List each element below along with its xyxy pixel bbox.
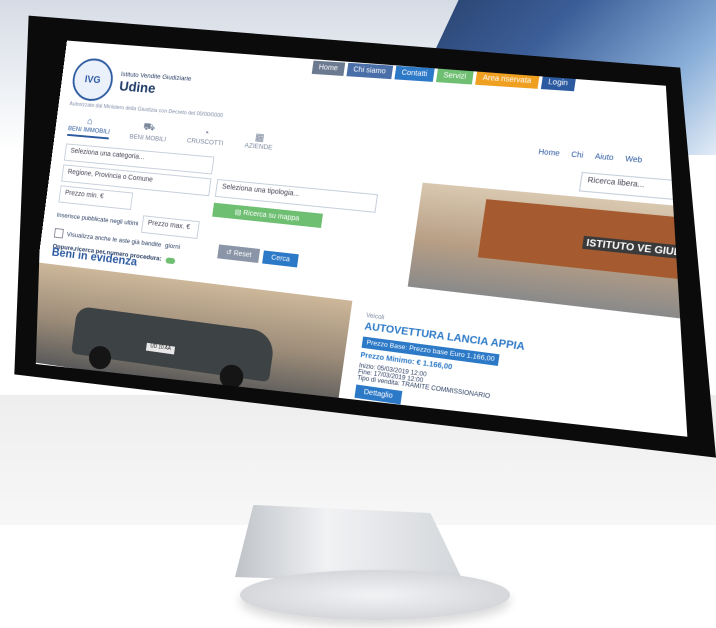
tab-aziende[interactable]: ▦ AZIENDE: [244, 131, 274, 152]
news-body: Tariffario applicato per la gestione dei…: [27, 420, 210, 465]
carousel-dot[interactable]: [515, 440, 521, 446]
topbar-link-0[interactable]: Home: [311, 60, 345, 76]
days-unit: giorni: [164, 241, 181, 251]
carousel-dot[interactable]: [566, 447, 573, 453]
house-icon: ⌂: [86, 116, 94, 128]
tab-cruscotti[interactable]: ◔ CRUSCOTTI: [186, 126, 225, 148]
right-nav: Home Chi Aiuto Web: [527, 148, 643, 165]
partner-logo-icon: [247, 447, 269, 470]
monitor: Home Chi siamo Contatti Servizi Area ris…: [0, 0, 716, 520]
search-form: Seleziona una categoria... Regione, Prov…: [52, 143, 396, 288]
partner-item[interactable]: Tribunale di Udine: [247, 447, 317, 478]
carousel-dot[interactable]: [494, 436, 501, 437]
tab-beni-mobili[interactable]: ⛟ BENI MOBILI: [129, 121, 168, 144]
procedure-toggle[interactable]: [164, 256, 176, 264]
carousel-dot[interactable]: [555, 446, 562, 452]
tab-label: AZIENDE: [244, 142, 273, 152]
search-button[interactable]: Cerca: [262, 249, 299, 267]
partner-name: Tribunale di Gorizia: [359, 472, 410, 487]
right-nav-item[interactable]: Aiuto: [594, 153, 614, 162]
tab-beni-immobili[interactable]: ⌂ BENI IMMOBILI: [67, 114, 112, 140]
partners-title: Lavoriamo con: [252, 420, 311, 439]
search-icon[interactable]: ⌕: [691, 184, 698, 196]
topbar-link-1[interactable]: Chi siamo: [346, 62, 393, 80]
carousel-dot[interactable]: [586, 450, 593, 456]
monitor-stand-base: [240, 570, 510, 620]
carousel-prev-icon[interactable]: ●: [647, 456, 654, 467]
right-nav-item[interactable]: Web: [625, 156, 643, 165]
car-body: [71, 305, 276, 383]
partner-logo-icon: [335, 461, 358, 485]
news-date: 05/08/2016: [33, 386, 61, 397]
carousel-dot[interactable]: [525, 441, 531, 447]
carousel-dot[interactable]: [484, 435, 491, 437]
car-icon: ⛟: [142, 121, 156, 134]
hero-building-image: ISTITUTO VE GIUDIZIA: [407, 182, 688, 321]
days-label: Inserisce pubblicate negli ultimi: [56, 211, 139, 227]
tab-label: BENI MOBILI: [129, 133, 167, 144]
price-max-input[interactable]: Prezzo max. €: [140, 215, 200, 240]
reset-icon: ↺: [225, 249, 233, 257]
reset-label: Reset: [233, 250, 252, 260]
website-screen: Home Chi siamo Contatti Servizi Area ris…: [27, 39, 698, 512]
price-min-input[interactable]: Prezzo min. €: [58, 185, 134, 211]
partner-name: Tribunale di Udine: [270, 457, 317, 472]
partners-list: Tribunale di Udine Tribunale di Gorizia …: [247, 447, 520, 512]
site-header: IVG Istituto Vendite Giudiziarie Udine: [70, 57, 193, 108]
right-nav-item[interactable]: Chi: [571, 151, 584, 160]
partner-item[interactable]: Tribunale di Pordenone: [429, 477, 520, 512]
carousel-dot[interactable]: [576, 449, 583, 455]
news-headline[interactable]: Tariffario pignoramento veicoli ex art 5…: [36, 397, 217, 437]
topbar-link-2[interactable]: Contatti: [394, 65, 435, 82]
tab-label: BENI IMMOBILI: [67, 125, 111, 136]
right-nav-item[interactable]: Home: [538, 149, 560, 158]
map-button-label: Ricerca su mappa: [242, 209, 300, 223]
gauge-icon: ◔: [202, 127, 210, 140]
topbar-link-3[interactable]: Servizi: [435, 68, 474, 85]
tab-label: CRUSCOTTI: [186, 137, 224, 148]
partner-logo-icon: [429, 477, 454, 501]
carousel-dot[interactable]: [535, 443, 541, 449]
site-logo[interactable]: IVG: [70, 57, 116, 103]
reset-button[interactable]: ↺ Reset: [217, 244, 261, 264]
carousel-dot[interactable]: [505, 438, 511, 444]
search-label: Cerca: [270, 253, 291, 264]
building-icon: ▦: [254, 131, 266, 144]
map-icon: ▤: [234, 208, 242, 217]
show-past-checkbox[interactable]: [53, 228, 64, 239]
carousel-dot[interactable]: [545, 444, 551, 450]
carousel-next-icon[interactable]: ●: [659, 458, 666, 469]
partner-item[interactable]: Tribunale di Gorizia: [335, 461, 411, 494]
partner-name: Tribunale di Pordenone: [455, 488, 520, 505]
